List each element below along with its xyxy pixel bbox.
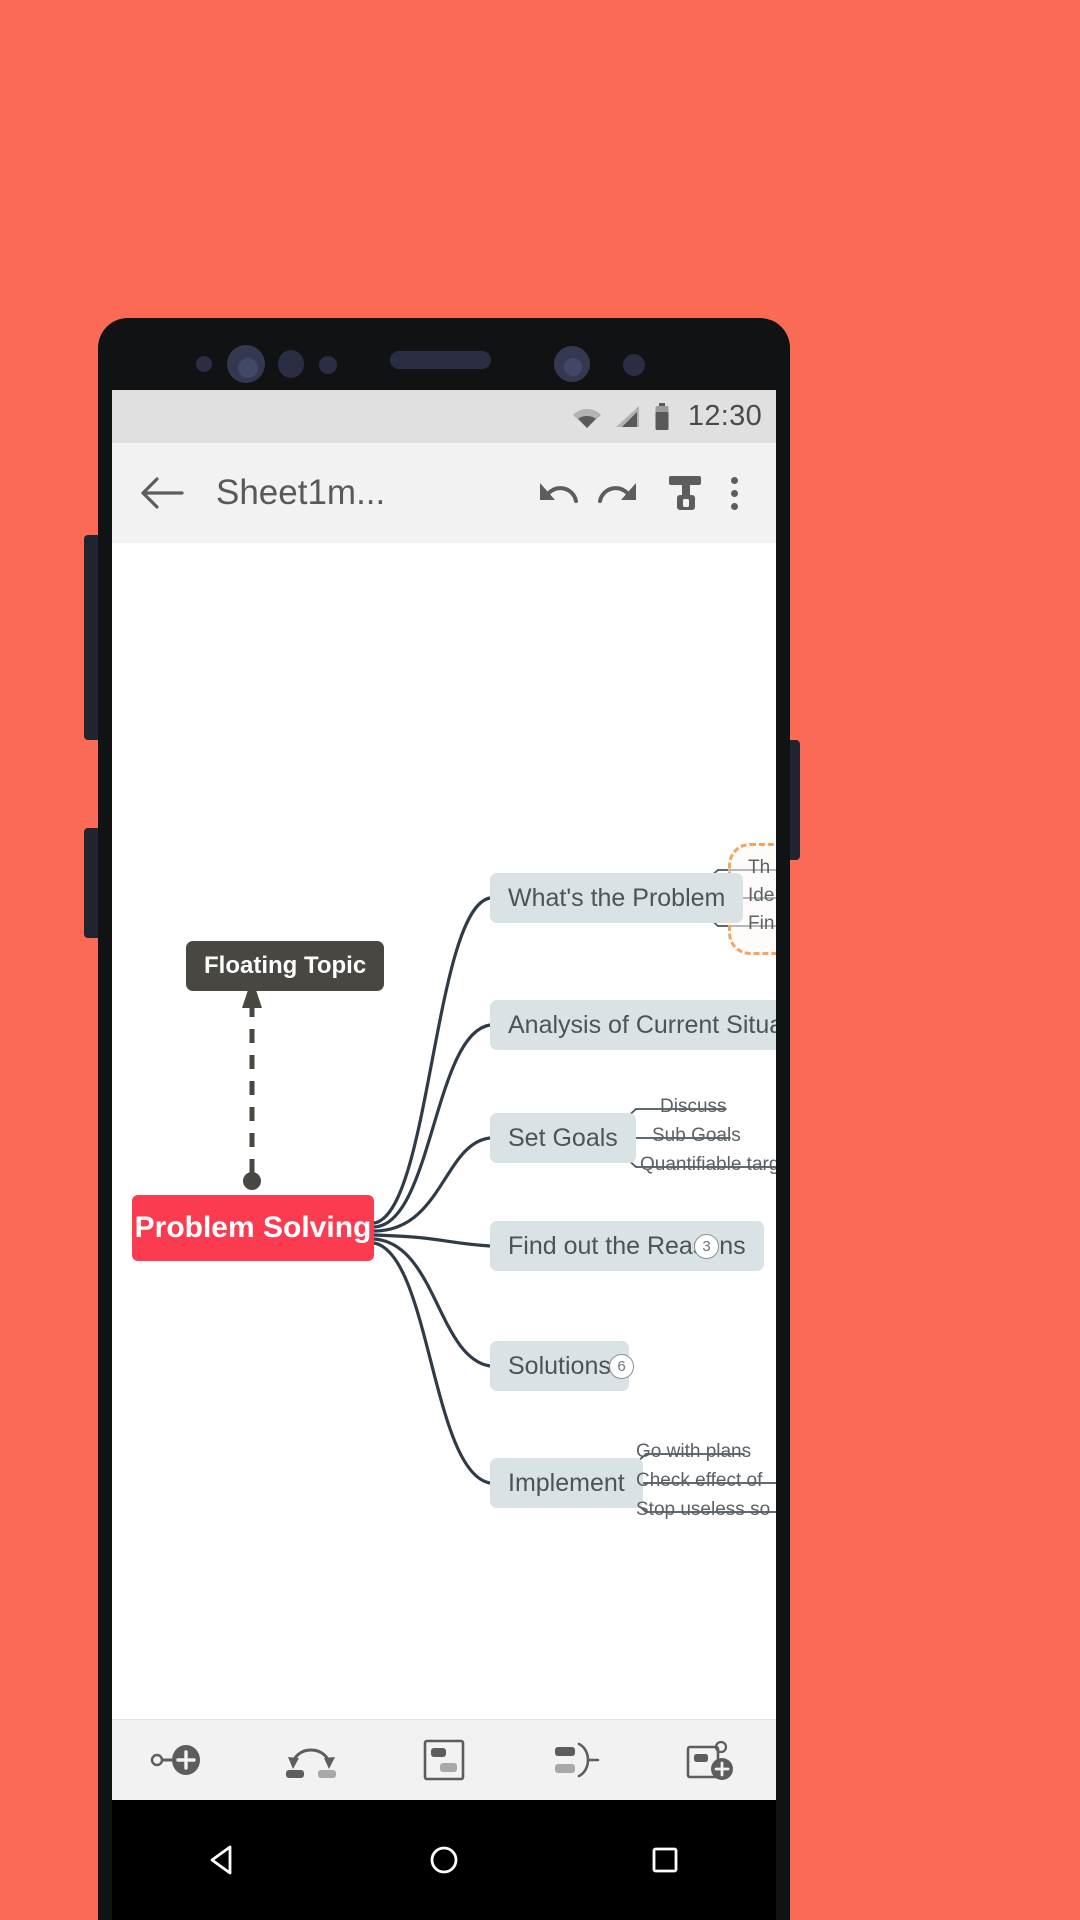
app-toolbar: Sheet1m... <box>112 443 776 543</box>
menu-dot-icon <box>730 489 738 497</box>
nav-home-button[interactable] <box>394 1820 494 1900</box>
subtopic-node[interactable]: Sub Goals <box>652 1125 741 1147</box>
add-floating-topic-button[interactable] <box>664 1726 756 1794</box>
nav-recents-button[interactable] <box>615 1820 715 1900</box>
subtopic-node[interactable]: Ide <box>748 885 774 907</box>
redo-button[interactable] <box>588 464 646 522</box>
subtopic-node[interactable]: Quantifiable targe <box>640 1154 776 1176</box>
status-bar: 12:30 <box>112 390 776 443</box>
add-boundary-button[interactable] <box>531 1726 623 1794</box>
front-camera-lens-icon <box>238 358 258 378</box>
phone-screen: 12:30 Sheet1m... Floating Topic Problem … <box>112 390 776 1800</box>
add-relationship-button[interactable] <box>265 1726 357 1794</box>
subtopic-node[interactable]: Th <box>748 857 770 879</box>
back-button[interactable] <box>134 465 190 521</box>
floating-topic-node[interactable]: Floating Topic <box>186 941 385 991</box>
wifi-icon <box>572 405 602 429</box>
status-clock: 12:30 <box>687 400 762 432</box>
subtopic-node[interactable]: Stop useless so <box>636 1499 770 1521</box>
menu-dot-icon <box>730 502 738 510</box>
collapsed-count-badge[interactable]: 6 <box>609 1354 634 1379</box>
phone-top-bezel <box>98 318 790 390</box>
add-sibling-topic-button[interactable] <box>132 1726 224 1794</box>
proximity-sensor-icon <box>278 350 304 378</box>
branch-node-find-reasons[interactable]: Find out the Reasons <box>490 1221 764 1271</box>
subtopic-node[interactable]: Go with plans <box>636 1441 751 1463</box>
subtopic-node[interactable]: Discuss <box>660 1096 727 1118</box>
overflow-menu-button[interactable] <box>714 476 754 510</box>
branch-node-set-goals[interactable]: Set Goals <box>490 1113 636 1163</box>
root-topic-node[interactable]: Problem Solving <box>132 1195 374 1261</box>
document-title[interactable]: Sheet1m... <box>216 473 530 513</box>
relationship-link <box>242 978 262 1190</box>
mindmap-canvas[interactable]: Floating Topic Problem Solving What's th… <box>112 543 776 1719</box>
secondary-camera-lens-icon <box>564 358 582 376</box>
branch-node-analysis[interactable]: Analysis of Current Situation <box>490 1000 776 1050</box>
undo-button[interactable] <box>530 464 588 522</box>
android-navigation-bar <box>112 1800 776 1920</box>
ir-sensor-icon <box>623 354 645 376</box>
light-sensor-icon <box>319 356 337 374</box>
subtopic-node[interactable]: Check effect of <box>636 1470 762 1492</box>
subtopic-node[interactable]: Fin <box>748 913 774 935</box>
bottom-toolbar <box>112 1719 776 1800</box>
sensor-dot-icon <box>196 356 212 372</box>
phone-frame: 12:30 Sheet1m... Floating Topic Problem … <box>98 318 790 1920</box>
earpiece-speaker <box>390 351 491 369</box>
menu-dot-icon <box>730 476 738 484</box>
format-brush-button[interactable] <box>656 464 714 522</box>
battery-icon <box>654 402 670 431</box>
collapsed-count-badge[interactable]: 3 <box>694 1234 719 1259</box>
nav-back-button[interactable] <box>173 1820 273 1900</box>
cellular-signal-icon <box>614 405 642 429</box>
branch-node-whats-the-problem[interactable]: What's the Problem <box>490 873 744 923</box>
branch-node-implement[interactable]: Implement <box>490 1458 643 1508</box>
insert-frame-button[interactable] <box>398 1726 490 1794</box>
